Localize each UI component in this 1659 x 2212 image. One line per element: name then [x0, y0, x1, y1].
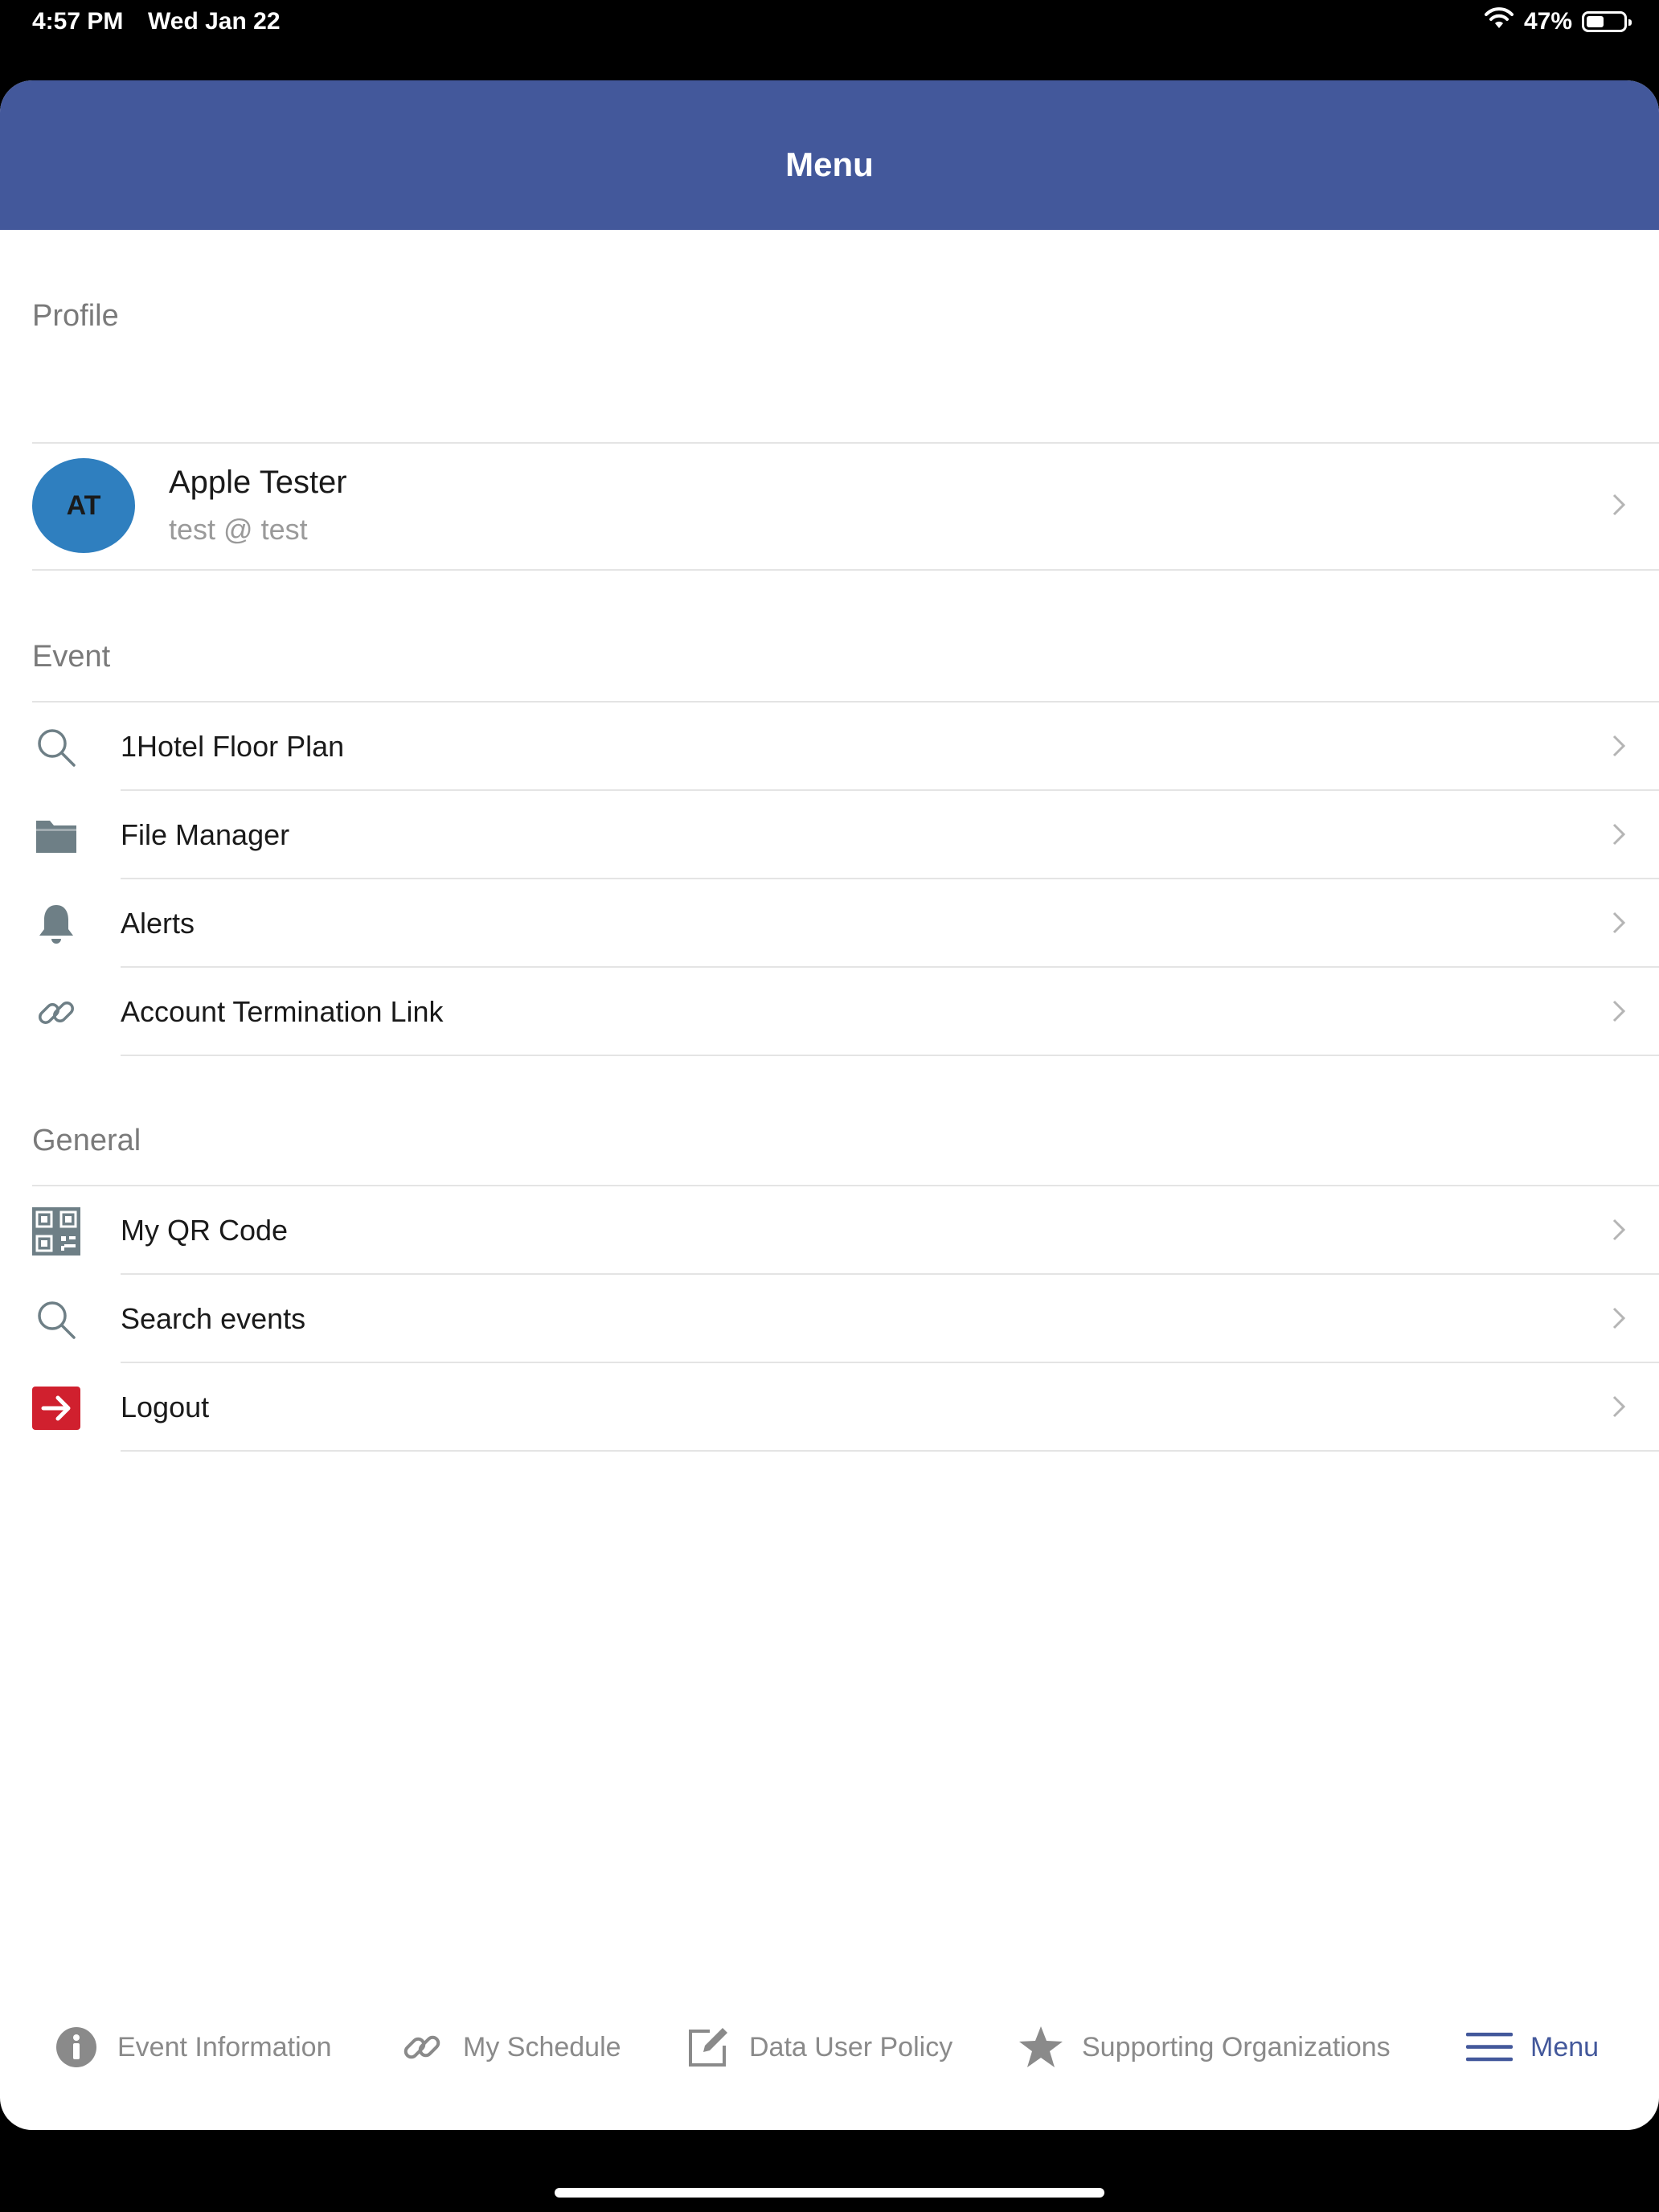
tab-label: My Schedule [463, 2031, 621, 2062]
avatar: AT [32, 458, 135, 553]
menu-item-label: Search events [121, 1302, 306, 1335]
status-bar: 4:57 PM Wed Jan 22 47% [0, 0, 1659, 80]
status-date: Wed Jan 22 [148, 8, 281, 35]
chevron-right-icon [1612, 1307, 1626, 1329]
link-icon [32, 989, 80, 1037]
search-icon [32, 1296, 80, 1344]
logout-icon [32, 1384, 80, 1432]
menu-item-account-termination[interactable]: Account Termination Link [0, 968, 1659, 1055]
chevron-right-icon [1612, 735, 1626, 757]
menu-item-alerts[interactable]: Alerts [0, 879, 1659, 966]
menu-item-label: Alerts [121, 907, 195, 940]
battery-percent: 47% [1523, 8, 1572, 35]
star-icon [1018, 2024, 1064, 2071]
edit-icon [685, 2024, 731, 2071]
chevron-right-icon [1612, 494, 1626, 516]
menu-item-label: Account Termination Link [121, 995, 444, 1028]
tab-menu[interactable]: Menu [1466, 2019, 1599, 2075]
section-header-event: Event [32, 640, 111, 674]
home-indicator [555, 2188, 1104, 2198]
battery-icon [1582, 11, 1632, 32]
menu-item-logout[interactable]: Logout [0, 1363, 1659, 1450]
tab-label: Event Information [117, 2031, 332, 2062]
tab-label: Supporting Organizations [1082, 2031, 1391, 2062]
nav-bar: Menu [0, 80, 1659, 230]
tab-my-schedule[interactable]: My Schedule [399, 2019, 621, 2075]
bell-icon [32, 900, 80, 948]
menu-item-my-qr-code[interactable]: My QR Code [0, 1186, 1659, 1273]
section-header-general: General [32, 1124, 141, 1157]
chevron-right-icon [1612, 823, 1626, 846]
tab-label: Data User Policy [749, 2031, 953, 2062]
screen: 4:57 PM Wed Jan 22 47% Menu Profile AT A… [0, 0, 1659, 2212]
menu-item-label: My QR Code [121, 1214, 289, 1247]
chevron-right-icon [1612, 911, 1626, 934]
divider [121, 1450, 1659, 1452]
chevron-right-icon [1612, 1219, 1626, 1241]
tab-bar: Event Information My Schedule Data User … [0, 2001, 1659, 2098]
chevron-right-icon [1612, 1000, 1626, 1022]
wifi-icon [1484, 6, 1514, 37]
menu-item-label: File Manager [121, 818, 290, 851]
menu-item-search-events[interactable]: Search events [0, 1275, 1659, 1362]
chevron-right-icon [1612, 1395, 1626, 1418]
hamburger-icon [1466, 2024, 1513, 2071]
menu-item-file-manager[interactable]: File Manager [0, 791, 1659, 878]
status-right: 47% [1484, 6, 1632, 37]
menu-item-floor-plan[interactable]: 1Hotel Floor Plan [0, 703, 1659, 789]
divider [32, 569, 1659, 571]
folder-icon [32, 812, 80, 860]
profile-row[interactable]: AT Apple Tester test @ test [0, 442, 1659, 569]
section-header-profile: Profile [32, 299, 119, 333]
divider [121, 1055, 1659, 1056]
profile-name: Apple Tester [169, 465, 347, 500]
link-icon [399, 2024, 445, 2071]
qr-code-icon [32, 1207, 80, 1256]
tab-data-user-policy[interactable]: Data User Policy [685, 2019, 952, 2075]
tab-event-information[interactable]: Event Information [53, 2019, 331, 2075]
status-time: 4:57 PM [32, 8, 124, 35]
tab-label: Menu [1530, 2031, 1600, 2062]
tab-supporting-organizations[interactable]: Supporting Organizations [1018, 2019, 1391, 2075]
menu-item-label: Logout [121, 1391, 210, 1423]
app-window: Menu Profile AT Apple Tester test @ test… [0, 80, 1659, 2130]
page-title: Menu [785, 145, 874, 183]
battery-nub [1628, 19, 1632, 26]
info-icon [53, 2024, 100, 2071]
battery-fill [1587, 16, 1604, 27]
menu-item-label: 1Hotel Floor Plan [121, 730, 345, 763]
search-icon [32, 723, 80, 772]
profile-email: test @ test [169, 513, 308, 546]
